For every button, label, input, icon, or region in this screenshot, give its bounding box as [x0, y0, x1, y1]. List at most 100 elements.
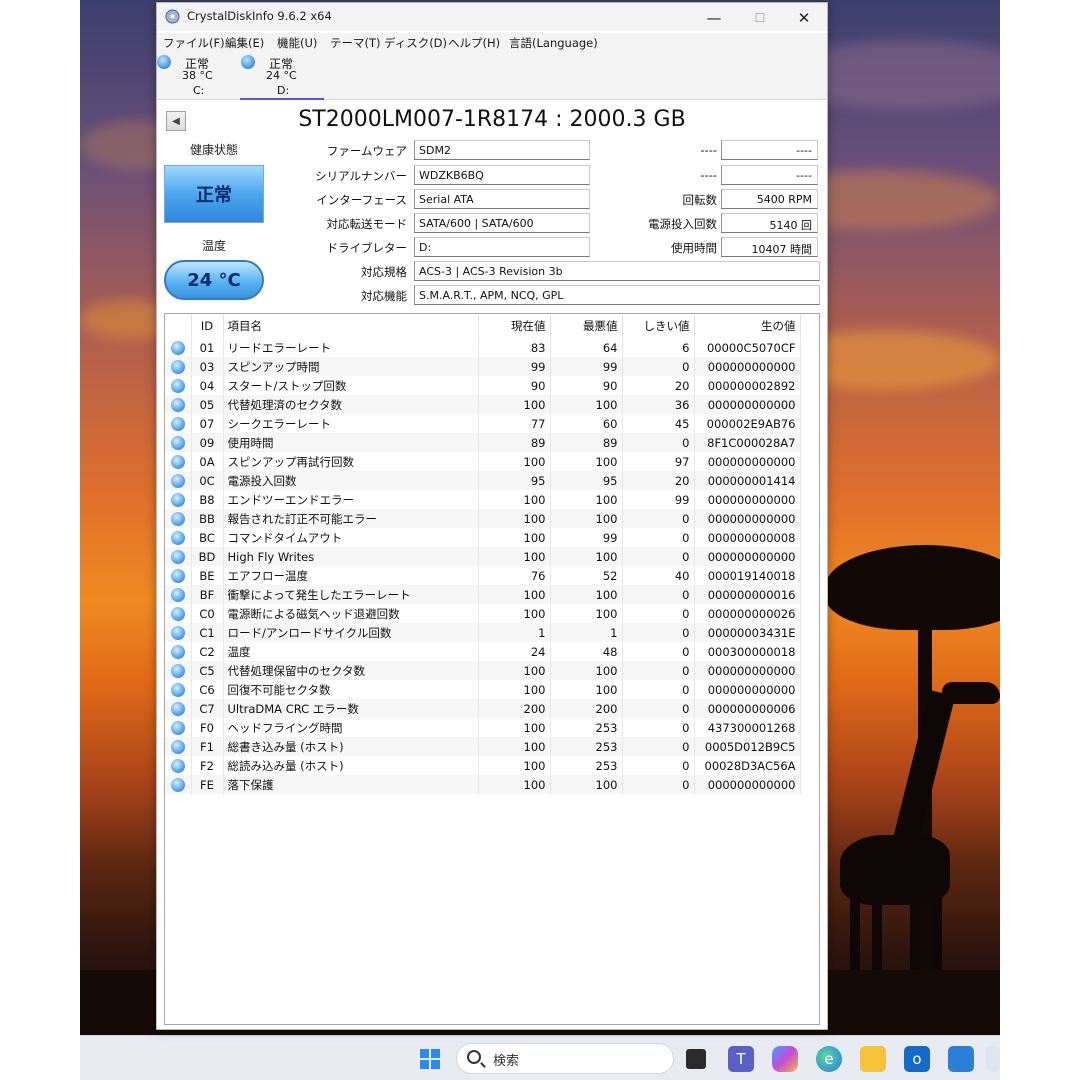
status-good-icon	[170, 587, 185, 602]
raw-value: 000000000008	[694, 528, 801, 547]
table-row[interactable]: 0A スピンアップ再試行回数 100 100 97 000000000000	[165, 452, 801, 471]
smart-attributes-table[interactable]: ID 項目名 現在値 最悪値 しきい値 生の値 01 リードエラーレート 83 64 6…	[164, 313, 820, 1025]
rotation-value: 5400 RPM	[721, 189, 818, 209]
raw-value: 0005D012B9C5	[694, 737, 801, 756]
attribute-id: C7	[191, 699, 224, 718]
row-status-cell	[165, 775, 192, 794]
table-row[interactable]: BD High Fly Writes 100 100 0 000000000000	[165, 547, 801, 566]
copilot-icon[interactable]	[772, 1046, 798, 1072]
table-row[interactable]: 04 スタート/ストップ回数 90 90 20 000000002892	[165, 376, 801, 395]
threshold-column-header[interactable]: しきい値	[622, 314, 695, 338]
attribute-id: BC	[191, 528, 224, 547]
status-good-icon	[170, 777, 185, 792]
table-row[interactable]: FE 落下保護 100 100 0 000000000000	[165, 775, 801, 794]
table-row[interactable]: C0 電源断による磁気ヘッド退避回数 100 100 0 000000000026	[165, 604, 801, 623]
threshold-value: 20	[622, 471, 695, 490]
attribute-name: 総書き込み量 (ホスト)	[223, 737, 479, 756]
menu-help[interactable]: ヘルプ(H)	[448, 35, 500, 51]
current-value: 100	[478, 680, 551, 699]
table-row[interactable]: B8 エンドツーエンドエラー 100 100 99 000000000000	[165, 490, 801, 509]
title-bar[interactable]: CrystalDiskInfo 9.6.2 x64 — ☐ ✕	[157, 3, 827, 31]
crystaldiskinfo-taskbar-icon[interactable]	[986, 1046, 1000, 1072]
rotation-label: 回転数	[682, 193, 718, 207]
status-good-icon	[170, 473, 185, 488]
attribute-name: 使用時間	[223, 433, 479, 452]
standard-value: ACS-3 | ACS-3 Revision 3b	[414, 261, 820, 281]
table-row[interactable]: 0C 電源投入回数 95 95 20 000000001414	[165, 471, 801, 490]
row-status-cell	[165, 566, 192, 585]
attribute-name: 落下保護	[223, 775, 479, 794]
menu-disk[interactable]: ディスク(D)	[384, 35, 447, 51]
raw-value: 000002E9AB76	[694, 414, 801, 433]
drive-tab-d[interactable]: 正常 24 °C D:	[241, 53, 325, 100]
id-column-header[interactable]: ID	[191, 314, 224, 338]
table-row[interactable]: C6 回復不可能セクタ数 100 100 0 000000000000	[165, 680, 801, 699]
status-column-header[interactable]	[165, 314, 192, 338]
table-row[interactable]: F0 ヘッドフライング時間 100 253 0 437300001268	[165, 718, 801, 737]
table-row[interactable]: F2 総読み込み量 (ホスト) 100 253 0 00028D3AC56A	[165, 756, 801, 775]
active-tab-indicator	[240, 98, 324, 100]
task-view-icon[interactable]	[686, 1049, 706, 1069]
attribute-name: 電源断による磁気ヘッド退避回数	[223, 604, 479, 623]
menu-bar: ファイル(F) 編集(E) 機能(U) テーマ(T) ディスク(D) ヘルプ(H…	[157, 33, 827, 53]
temperature-badge[interactable]: 24 °C	[164, 260, 264, 300]
worst-value: 60	[550, 414, 623, 433]
threshold-value: 99	[622, 490, 695, 509]
interface-label: インターフェース	[316, 193, 407, 207]
attribute-id: F0	[191, 718, 224, 737]
menu-theme[interactable]: テーマ(T)	[330, 35, 381, 51]
menu-language[interactable]: 言語(Language)	[509, 35, 598, 51]
row-status-cell	[165, 452, 192, 471]
attribute-id: 09	[191, 433, 224, 452]
maximize-button[interactable]: ☐	[737, 6, 783, 30]
table-row[interactable]: BB 報告された訂正不可能エラー 100 100 0 000000000000	[165, 509, 801, 528]
menu-function[interactable]: 機能(U)	[277, 35, 317, 51]
table-row[interactable]: 07 シークエラーレート 77 60 45 000002E9AB76	[165, 414, 801, 433]
status-good-icon	[170, 663, 185, 678]
file-explorer-icon[interactable]	[860, 1046, 886, 1072]
table-row[interactable]: BC コマンドタイムアウト 100 99 0 000000000008	[165, 528, 801, 547]
raw-value: 000000000000	[694, 661, 801, 680]
status-good-icon	[170, 568, 185, 583]
raw-value: 000300000018	[694, 642, 801, 661]
raw-value: 00000C5070CF	[694, 338, 801, 357]
table-row[interactable]: 05 代替処理済のセクタ数 100 100 36 000000000000	[165, 395, 801, 414]
table-row[interactable]: F1 総書き込み量 (ホスト) 100 253 0 0005D012B9C5	[165, 737, 801, 756]
threshold-value: 0	[622, 528, 695, 547]
close-button[interactable]: ✕	[781, 6, 827, 30]
teams-icon[interactable]: T	[728, 1046, 754, 1072]
table-row[interactable]: C2 温度 24 48 0 000300000018	[165, 642, 801, 661]
worst-value: 100	[550, 490, 623, 509]
table-row[interactable]: C5 代替処理保留中のセクタ数 100 100 0 000000000000	[165, 661, 801, 680]
attribute-name: リードエラーレート	[223, 338, 479, 357]
worst-column-header[interactable]: 最悪値	[550, 314, 623, 338]
interface-value: Serial ATA	[414, 189, 590, 209]
table-row[interactable]: BF 衝撃によって発生したエラーレート 100 100 0 000000000016	[165, 585, 801, 604]
table-row[interactable]: BE エアフロー温度 76 52 40 000019140018	[165, 566, 801, 585]
status-good-icon	[170, 758, 185, 773]
store-icon[interactable]	[948, 1046, 974, 1072]
table-row[interactable]: 01 リードエラーレート 83 64 6 00000C5070CF	[165, 338, 801, 357]
edge-icon[interactable]: e	[816, 1046, 842, 1072]
windows-start-icon[interactable]	[417, 1046, 443, 1072]
drive-letter-label: ドライブレター	[326, 241, 408, 255]
table-row[interactable]: C1 ロード/アンロードサイクル回数 1 1 0 00000003431E	[165, 623, 801, 642]
outlook-icon[interactable]: o	[904, 1046, 930, 1072]
table-row[interactable]: 03 スピンアップ時間 99 99 0 000000000000	[165, 357, 801, 376]
menu-edit[interactable]: 編集(E)	[225, 35, 264, 51]
current-column-header[interactable]: 現在値	[478, 314, 551, 338]
name-column-header[interactable]: 項目名	[223, 314, 479, 338]
firmware-label: ファームウェア	[326, 144, 407, 158]
taskbar-search-box[interactable]: 検索	[456, 1043, 674, 1074]
health-status-badge[interactable]: 正常	[164, 165, 264, 223]
worst-value: 48	[550, 642, 623, 661]
app-icon	[165, 9, 180, 24]
row-status-cell	[165, 604, 192, 623]
drive-tab-c[interactable]: 正常 38 °C C:	[157, 53, 241, 100]
menu-file[interactable]: ファイル(F)	[163, 35, 225, 51]
table-row[interactable]: C7 UltraDMA CRC エラー数 200 200 0 000000000006	[165, 699, 801, 718]
raw-column-header[interactable]: 生の値	[694, 314, 801, 338]
minimize-button[interactable]: —	[691, 6, 737, 30]
attribute-name: シークエラーレート	[223, 414, 479, 433]
table-row[interactable]: 09 使用時間 89 89 0 8F1C000028A7	[165, 433, 801, 452]
